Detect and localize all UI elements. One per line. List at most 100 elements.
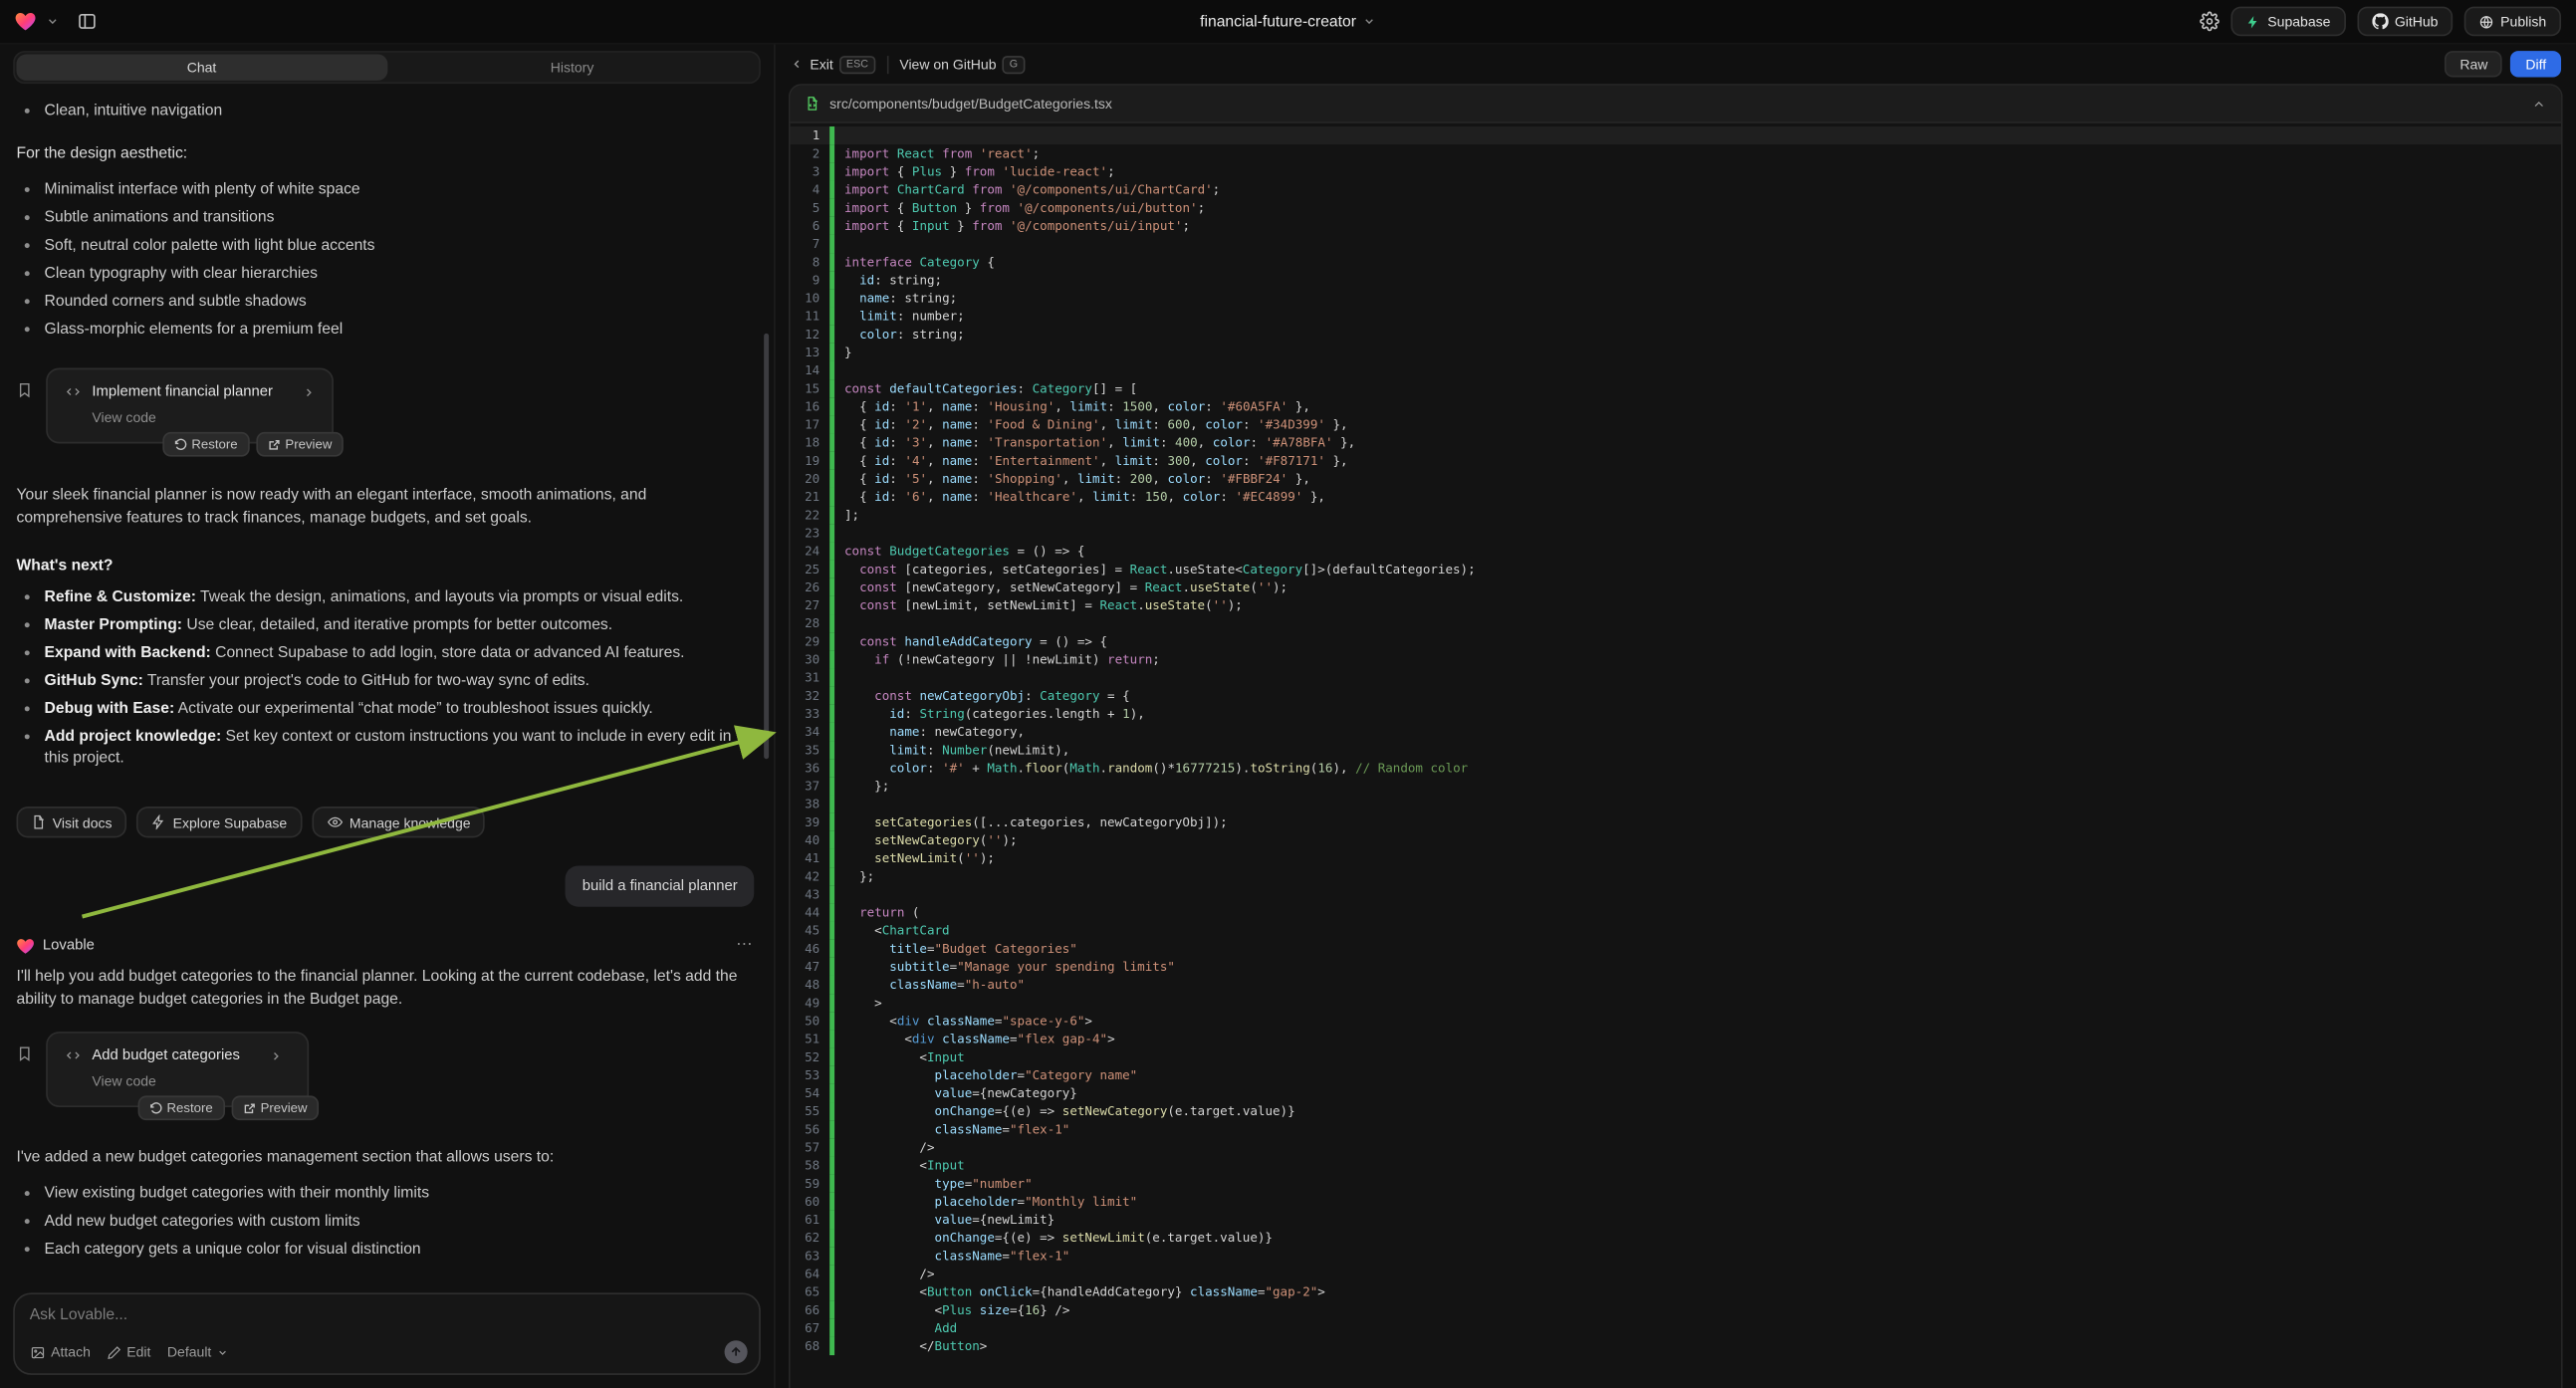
publish-label: Publish: [2500, 13, 2546, 29]
bullet-item: Glass-morphic elements for a premium fee…: [45, 319, 755, 340]
file-code-icon: [805, 96, 820, 112]
publish-button[interactable]: Publish: [2464, 7, 2561, 37]
next-steps-list: Refine & Customize: Tweak the design, an…: [16, 586, 754, 769]
raw-toggle-button[interactable]: Raw: [2446, 51, 2503, 77]
edit-mode-button[interactable]: Edit: [107, 1344, 150, 1360]
bullet-item: Rounded corners and subtle shadows: [45, 291, 755, 312]
code-line: 58 <Input: [791, 1156, 2561, 1174]
bullet-item: Master Prompting: Use clear, detailed, a…: [45, 614, 755, 635]
line-number: 16: [791, 397, 830, 415]
design-heading: For the design aesthetic:: [16, 143, 754, 164]
send-button[interactable]: [725, 1340, 748, 1363]
arrow-up-icon: [730, 1345, 743, 1358]
preview-button[interactable]: Preview: [256, 432, 344, 457]
bookmark-icon[interactable]: [16, 381, 32, 399]
external-link-icon: [267, 438, 280, 451]
code-line: 13}: [791, 344, 2561, 361]
added-bullet-list: View existing budget categories with the…: [16, 1182, 754, 1260]
added-paragraph: I've added a new budget categories manag…: [16, 1147, 754, 1169]
github-label: GitHub: [2395, 13, 2439, 29]
supabase-outline-icon: [151, 814, 166, 829]
chevron-right-icon: [303, 385, 316, 398]
line-number: 36: [791, 759, 830, 777]
line-number: 65: [791, 1282, 830, 1300]
exit-button[interactable]: Exit ESC: [791, 55, 875, 73]
message-more-options-button[interactable]: ⋯: [736, 935, 754, 956]
manage-knowledge-button[interactable]: Manage knowledge: [312, 807, 485, 837]
code-line: 36 color: '#' + Math.floor(Math.random()…: [791, 759, 2561, 777]
github-button[interactable]: GitHub: [2357, 7, 2453, 37]
code-line: 50 <div className="space-y-6">: [791, 1012, 2561, 1030]
bullet-item: Debug with Ease: Activate our experiment…: [45, 698, 755, 719]
code-line: 37 };: [791, 777, 2561, 795]
line-number: 2: [791, 144, 830, 162]
line-number: 47: [791, 958, 830, 976]
bullet-item: Add new budget categories with custom li…: [45, 1210, 755, 1231]
preview-label: Preview: [261, 1100, 308, 1115]
file-path: src/components/budget/BudgetCategories.t…: [829, 96, 1112, 112]
user-message: build a financial planner: [566, 865, 754, 906]
line-number: 54: [791, 1084, 830, 1102]
line-number: 13: [791, 344, 830, 361]
line-number: 33: [791, 705, 830, 723]
code-line: 20 { id: '5', name: 'Shopping', limit: 2…: [791, 470, 2561, 488]
tool-card-title: Implement financial planner: [92, 381, 273, 402]
line-number: 6: [791, 217, 830, 235]
sidebar-toggle-icon[interactable]: [78, 12, 98, 32]
restore-button[interactable]: Restore: [137, 1095, 224, 1120]
bullet-item: Add project knowledge: Set key context o…: [45, 726, 755, 769]
project-switcher[interactable]: financial-future-creator: [1200, 12, 1376, 30]
code-line: 12 color: string;: [791, 326, 2561, 344]
visit-docs-button[interactable]: Visit docs: [16, 807, 126, 837]
chevron-up-icon[interactable]: [2531, 97, 2546, 112]
lovable-logo-heart-icon[interactable]: [15, 12, 36, 32]
workspace-chevron-down-icon[interactable]: [46, 15, 59, 28]
assistant-name: Lovable: [43, 935, 95, 956]
line-number: 63: [791, 1247, 830, 1265]
supabase-button[interactable]: Supabase: [2231, 7, 2345, 37]
eye-icon: [327, 814, 343, 829]
attach-button[interactable]: Attach: [30, 1344, 91, 1360]
view-code-link[interactable]: View code: [92, 407, 315, 428]
bullet-item: GitHub Sync: Transfer your project's cod…: [45, 670, 755, 691]
line-number: 34: [791, 723, 830, 741]
line-number: 48: [791, 976, 830, 994]
chat-message-list[interactable]: Clean, intuitive navigation For the desi…: [0, 84, 774, 1282]
code-line: 32 const newCategoryObj: Category = {: [791, 687, 2561, 705]
code-line: 61 value={newLimit}: [791, 1211, 2561, 1229]
view-on-github-button[interactable]: View on GitHub G: [899, 55, 1024, 73]
code-line: 15const defaultCategories: Category[] = …: [791, 379, 2561, 397]
code-line: 48 className="h-auto": [791, 976, 2561, 994]
line-number: 8: [791, 253, 830, 271]
bullet-item: Refine & Customize: Tweak the design, an…: [45, 586, 755, 607]
tab-chat[interactable]: Chat: [16, 54, 386, 80]
restore-button[interactable]: Restore: [162, 432, 249, 457]
code-line: 43: [791, 885, 2561, 903]
tab-history[interactable]: History: [387, 54, 758, 80]
diff-toggle-button[interactable]: Diff: [2511, 51, 2561, 77]
model-selector[interactable]: Default: [167, 1344, 228, 1360]
code-line: 30 if (!newCategory || !newLimit) return…: [791, 650, 2561, 668]
line-number: 39: [791, 813, 830, 831]
view-code-link[interactable]: View code: [92, 1071, 291, 1092]
explore-supabase-button[interactable]: Explore Supabase: [136, 807, 302, 837]
line-number: 57: [791, 1138, 830, 1156]
line-number: 30: [791, 650, 830, 668]
line-number: 59: [791, 1175, 830, 1193]
code-line: 23: [791, 524, 2561, 542]
bullet-item: Clean, intuitive navigation: [45, 101, 755, 121]
bookmark-icon[interactable]: [16, 1044, 32, 1062]
model-label: Default: [167, 1344, 211, 1360]
preview-button[interactable]: Preview: [231, 1095, 319, 1120]
file-header[interactable]: src/components/budget/BudgetCategories.t…: [791, 86, 2561, 123]
code-lines[interactable]: 12import React from 'react';3import { Pl…: [791, 123, 2561, 1388]
code-line: 54 value={newCategory}: [791, 1084, 2561, 1102]
chat-scrollbar[interactable]: [764, 334, 769, 759]
code-line: 44 return (: [791, 903, 2561, 921]
supabase-label: Supabase: [2267, 13, 2330, 29]
code-line: 6import { Input } from '@/components/ui/…: [791, 217, 2561, 235]
chat-input[interactable]: [15, 1294, 759, 1335]
settings-gear-icon[interactable]: [2201, 12, 2221, 32]
chevron-right-icon: [270, 1048, 283, 1061]
code-line: 11 limit: number;: [791, 308, 2561, 326]
